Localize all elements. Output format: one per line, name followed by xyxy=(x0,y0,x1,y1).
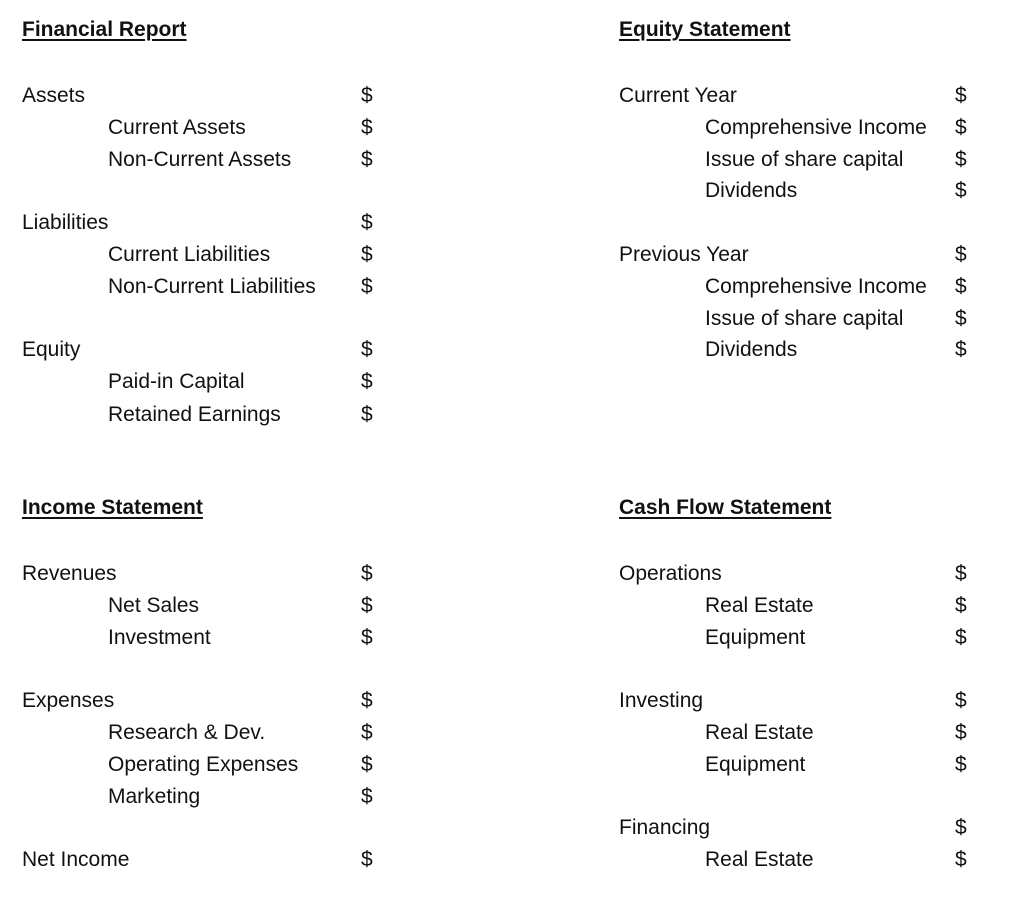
row-value: $ xyxy=(955,848,967,871)
row-value: $ xyxy=(361,148,373,171)
row-label: Investing xyxy=(619,689,704,712)
row-value: $ xyxy=(361,370,373,393)
row-label: Operating Expenses xyxy=(108,753,299,776)
row-value: $ xyxy=(955,816,967,839)
row-label: Real Estate xyxy=(705,594,814,617)
row-value: $ xyxy=(361,785,373,808)
row-label: Non-Current Liabilities xyxy=(108,275,316,298)
row-label: Issue of share capital xyxy=(705,307,904,330)
row-label: Issue of share capital xyxy=(705,148,904,171)
row-value: $ xyxy=(955,626,967,649)
row-value: $ xyxy=(955,243,967,266)
row-value: $ xyxy=(361,116,373,139)
row-label: Expenses xyxy=(22,689,115,712)
row-label: Dividends xyxy=(705,179,798,202)
row-label: Comprehensive Income xyxy=(705,116,927,139)
row-label: Current Assets xyxy=(108,116,246,139)
row-label: Net Income xyxy=(22,848,130,871)
row-value: $ xyxy=(955,721,967,744)
row-value: $ xyxy=(361,275,373,298)
financial-report-title: Financial Report xyxy=(22,18,187,41)
row-label: Net Sales xyxy=(108,594,200,617)
row-value: $ xyxy=(955,307,967,330)
row-value: $ xyxy=(361,753,373,776)
row-label: Real Estate xyxy=(705,848,814,871)
row-label: Equipment xyxy=(705,626,806,649)
row-value: $ xyxy=(361,594,373,617)
row-value: $ xyxy=(955,562,967,585)
row-value: $ xyxy=(955,753,967,776)
row-value: $ xyxy=(955,275,967,298)
row-label: Research & Dev. xyxy=(108,721,266,744)
row-label: Investment xyxy=(108,626,211,649)
row-label: Equipment xyxy=(705,753,806,776)
row-value: $ xyxy=(361,243,373,266)
row-value: $ xyxy=(955,148,967,171)
row-label: Equity xyxy=(22,338,81,361)
row-label: Dividends xyxy=(705,338,798,361)
row-label: Real Estate xyxy=(705,721,814,744)
row-label: Liabilities xyxy=(22,211,109,234)
row-label: Financing xyxy=(619,816,711,839)
row-value: $ xyxy=(955,689,967,712)
row-value: $ xyxy=(361,211,373,234)
cash-flow-statement-title: Cash Flow Statement xyxy=(619,496,832,519)
income-statement-title: Income Statement xyxy=(22,496,203,519)
row-label: Current Liabilities xyxy=(108,243,271,266)
row-value: $ xyxy=(955,338,967,361)
row-value: $ xyxy=(361,562,373,585)
row-label: Paid-in Capital xyxy=(108,370,245,393)
row-value: $ xyxy=(361,721,373,744)
row-label: Assets xyxy=(22,84,86,107)
row-value: $ xyxy=(955,84,967,107)
row-label: Operations xyxy=(619,562,722,585)
row-label: Previous Year xyxy=(619,243,749,266)
row-value: $ xyxy=(955,594,967,617)
row-label: Revenues xyxy=(22,562,117,585)
row-label: Marketing xyxy=(108,785,201,808)
row-label: Non-Current Assets xyxy=(108,148,292,171)
row-value: $ xyxy=(361,848,373,871)
row-value: $ xyxy=(361,338,373,361)
row-value: $ xyxy=(955,179,967,202)
equity-statement-title: Equity Statement xyxy=(619,18,791,41)
row-value: $ xyxy=(361,84,373,107)
row-label: Current Year xyxy=(619,84,737,107)
row-label: Retained Earnings xyxy=(108,403,281,426)
row-value: $ xyxy=(361,689,373,712)
row-label: Comprehensive Income xyxy=(705,275,927,298)
row-value: $ xyxy=(361,626,373,649)
row-value: $ xyxy=(955,116,967,139)
row-value: $ xyxy=(361,403,373,426)
